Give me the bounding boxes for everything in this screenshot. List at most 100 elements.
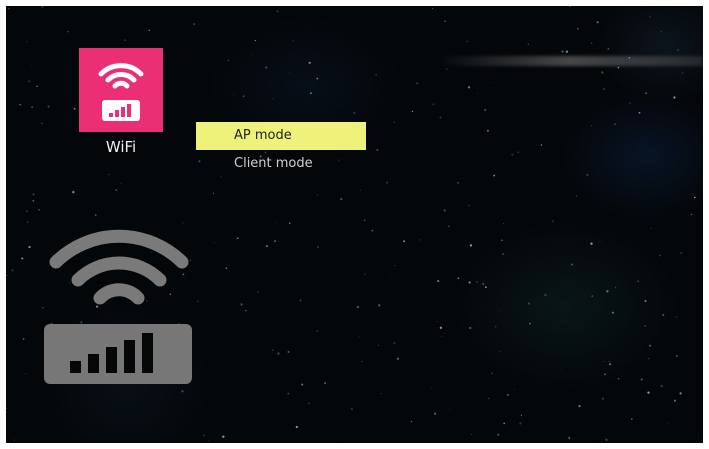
star-dot (520, 414, 522, 416)
star-dot (559, 389, 561, 390)
star-dot (568, 6, 572, 8)
star-dot (353, 112, 356, 114)
star-dot (476, 281, 478, 283)
star-dot (607, 48, 610, 50)
star-dot (603, 360, 605, 363)
menu-item-ap-mode[interactable]: AP mode (196, 122, 366, 150)
star-dot (242, 95, 245, 98)
star-dot (208, 440, 209, 442)
star-dot (25, 372, 27, 374)
star-dot (660, 384, 663, 388)
star-dot (476, 93, 478, 95)
top-glow-line (436, 56, 703, 66)
star-dot (11, 269, 14, 272)
star-dot (378, 304, 381, 307)
wifi-app-icon[interactable] (79, 48, 163, 132)
star-dot (517, 151, 520, 154)
star-dot (502, 253, 505, 256)
star-dot (254, 39, 257, 42)
star-dot (660, 31, 662, 33)
star-dot (591, 125, 593, 127)
star-dot (680, 252, 683, 254)
star-dot (596, 21, 599, 24)
star-dot (565, 50, 569, 53)
wifi-router-large-icon (44, 229, 192, 384)
star-dot (19, 103, 21, 106)
star-dot (276, 10, 279, 13)
star-dot (494, 325, 497, 328)
star-dot (299, 299, 302, 302)
star-dot (527, 43, 529, 46)
star-dot (601, 71, 604, 74)
star-dot (544, 293, 547, 297)
mode-menu: AP mode Client mode (196, 122, 366, 178)
star-dot (601, 397, 604, 400)
star-dot (611, 311, 614, 314)
star-dot (301, 383, 304, 386)
star-dot (648, 358, 650, 360)
star-dot (371, 229, 374, 232)
menu-item-client-mode[interactable]: Client mode (196, 150, 366, 178)
star-dot (511, 153, 514, 156)
star-dot (605, 438, 608, 442)
star-dot (363, 273, 366, 276)
star-dot (8, 7, 10, 10)
star-dot (485, 286, 487, 289)
star-dot (316, 194, 318, 196)
star-dot (659, 254, 661, 257)
star-dot (361, 361, 363, 363)
star-dot (443, 209, 446, 212)
star-dot (360, 189, 362, 191)
star-dot (503, 223, 505, 225)
star-dot (244, 309, 247, 312)
star-dot (289, 72, 290, 74)
star-dot (292, 40, 294, 42)
star-dot (73, 107, 76, 110)
star-dot (673, 399, 676, 402)
star-dot (26, 221, 29, 223)
star-dot (679, 392, 682, 395)
star-dot (364, 219, 366, 221)
star-dot (275, 221, 277, 223)
star-dot (396, 357, 400, 360)
star-dot (257, 291, 259, 293)
star-dot (28, 80, 31, 83)
star-dot (340, 198, 343, 201)
star-dot (666, 422, 668, 424)
star-dot (606, 290, 609, 293)
star-dot (437, 280, 440, 283)
star-dot (586, 173, 589, 177)
star-dot (324, 382, 327, 385)
star-dot (497, 433, 500, 436)
star-dot (265, 245, 268, 248)
star-dot (340, 439, 342, 441)
star-dot (440, 335, 442, 337)
star-dot (603, 88, 606, 91)
star-dot (13, 439, 15, 441)
star-dot (316, 77, 319, 80)
star-dot (67, 30, 70, 33)
star-dot (375, 73, 377, 76)
star-dot (675, 316, 678, 318)
star-dot (26, 41, 28, 43)
star-dot (690, 213, 692, 215)
star-dot (676, 48, 679, 52)
star-dot (6, 275, 8, 277)
star-dot (233, 93, 235, 95)
star-dot (295, 425, 298, 429)
star-dot (628, 102, 631, 105)
star-dot (541, 422, 543, 424)
star-dot (617, 377, 620, 380)
star-dot (551, 220, 555, 223)
star-dot (393, 341, 396, 345)
star-dot (32, 193, 35, 196)
star-dot (493, 82, 495, 84)
star-dot (115, 189, 118, 191)
star-dot (416, 82, 419, 85)
star-dot (25, 210, 28, 213)
star-dot (499, 351, 500, 352)
star-dot (449, 408, 451, 410)
star-dot (432, 103, 435, 106)
star-dot (288, 222, 291, 224)
star-dot (358, 336, 360, 338)
